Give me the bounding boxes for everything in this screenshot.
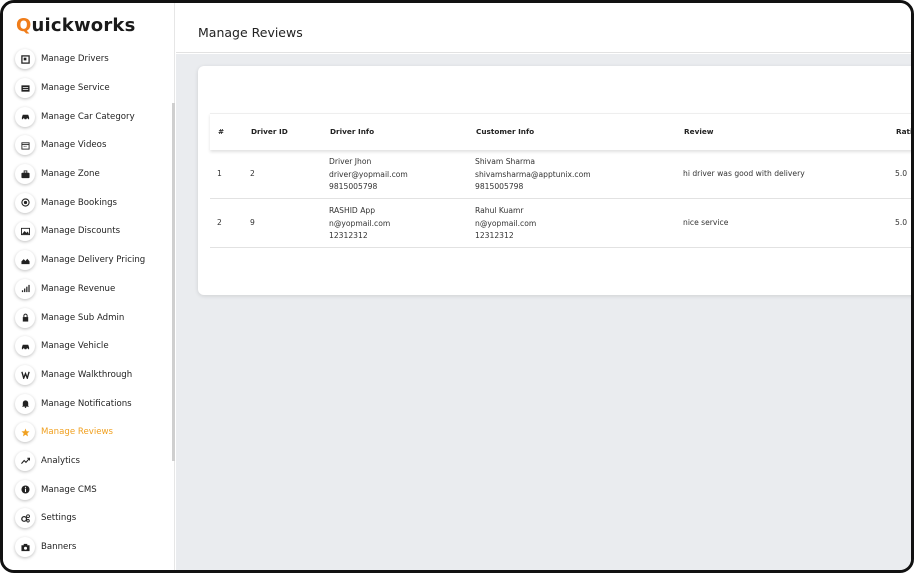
top-header: Manage Reviews (176, 3, 911, 53)
table-row[interactable]: 2 9 RASHID App n@yopmail.com 12312312 Ra… (210, 199, 911, 248)
sidebar-scrollbar[interactable] (172, 103, 175, 461)
column-header-driver-info: Driver Info (330, 127, 375, 136)
sidebar-item-label: Manage Service (41, 83, 110, 94)
column-header-review: Review (684, 127, 714, 136)
camera-icon (15, 537, 35, 558)
driver-email: n@yopmail.com (329, 218, 391, 228)
rating-value: 5.0 (895, 169, 908, 178)
sidebar-item-label: Manage Vehicle (41, 341, 109, 352)
bar-chart-icon (15, 278, 35, 299)
sidebar-item-label: Manage Bookings (41, 197, 118, 208)
sidebar-item-manage-revenue[interactable]: Manage Revenue (3, 275, 175, 304)
sidebar-item-label: Manage Drivers (41, 54, 109, 65)
reviews-card: # Driver ID Driver Info Customer Info Re… (198, 66, 913, 295)
briefcase-icon (15, 164, 35, 185)
star-icon (15, 422, 35, 443)
sidebar-item-label: Manage Reviews (41, 427, 114, 438)
customer-phone: 12312312 (475, 231, 514, 240)
table-row[interactable]: 1 2 Driver Jhon driver@yopmail.com 98150… (210, 150, 911, 199)
sidebar-item-label: Analytics (41, 455, 81, 466)
driver-phone: 9815005798 (329, 182, 378, 191)
sidebar-item-label: Banners (41, 542, 77, 553)
main-content: # Driver ID Driver Info Customer Info Re… (176, 54, 911, 570)
customer-name: Shivam Sharma (475, 157, 536, 166)
sidebar-item-manage-drivers[interactable]: Manage Drivers (3, 45, 175, 74)
column-header-rating: Rati (896, 127, 913, 136)
car-icon (15, 106, 35, 127)
sidebar-item-banners[interactable]: Banners (3, 533, 175, 562)
reviews-table: # Driver ID Driver Info Customer Info Re… (210, 113, 913, 248)
sidebar-item-manage-walkthrough[interactable]: Manage Walkthrough (3, 361, 175, 390)
column-header-driver-id: Driver ID (251, 127, 288, 136)
sidebar-item-label: Manage Revenue (41, 283, 116, 294)
sidebar-item-manage-reviews[interactable]: Manage Reviews (3, 418, 175, 447)
image-icon (15, 221, 35, 242)
sidebar-menu: Manage Drivers Manage Service Manage Car C… (3, 45, 175, 561)
customer-email: n@yopmail.com (475, 218, 537, 228)
sidebar: Quickworks Manage Drivers Manage Service M… (3, 3, 175, 570)
sidebar-item-label: Manage Delivery Pricing (41, 255, 146, 266)
customer-phone: 9815005798 (475, 182, 524, 191)
walkthrough-icon (15, 364, 35, 385)
customer-email: shivamsharma@apptunix.com (475, 169, 591, 179)
sidebar-item-analytics[interactable]: Analytics (3, 447, 175, 476)
sidebar-item-label: Manage Discounts (41, 226, 121, 237)
driver-name: Driver Jhon (329, 157, 372, 166)
column-header-number: # (218, 127, 225, 136)
sidebar-item-manage-bookings[interactable]: Manage Bookings (3, 188, 175, 217)
driver-email: driver@yopmail.com (329, 169, 408, 179)
lock-icon (15, 307, 35, 328)
logo[interactable]: Quickworks (16, 15, 136, 36)
sidebar-item-manage-zone[interactable]: Manage Zone (3, 160, 175, 189)
customer-info: Shivam Sharma shivamsharma@apptunix.com … (475, 156, 591, 194)
review-text: nice service (683, 218, 729, 227)
driver-icon (15, 49, 35, 70)
sidebar-item-manage-videos[interactable]: Manage Videos (3, 131, 175, 160)
review-text: hi driver was good with delivery (683, 169, 805, 178)
app-window: Quickworks Manage Drivers Manage Service M… (0, 0, 914, 573)
area-chart-icon (15, 250, 35, 271)
sidebar-item-manage-delivery-pricing[interactable]: Manage Delivery Pricing (3, 246, 175, 275)
car-icon (15, 336, 35, 357)
driver-name: RASHID App (329, 206, 376, 215)
page-title: Manage Reviews (198, 25, 303, 40)
service-icon (15, 78, 35, 99)
sidebar-item-settings[interactable]: Settings (3, 504, 175, 533)
sidebar-item-label: Manage Zone (41, 169, 100, 180)
sidebar-item-label: Manage Notifications (41, 398, 132, 409)
row-number: 2 (217, 218, 222, 227)
gears-icon (15, 508, 35, 529)
calendar-icon (15, 135, 35, 156)
sidebar-item-manage-service[interactable]: Manage Service (3, 74, 175, 103)
sidebar-item-manage-discounts[interactable]: Manage Discounts (3, 217, 175, 246)
trend-icon (15, 450, 35, 471)
sidebar-item-label: Manage Sub Admin (41, 312, 125, 323)
sidebar-item-label: Manage Walkthrough (41, 369, 133, 380)
sidebar-item-manage-notifications[interactable]: Manage Notifications (3, 389, 175, 418)
driver-phone: 12312312 (329, 231, 368, 240)
row-number: 1 (217, 169, 222, 178)
info-icon (15, 479, 35, 500)
bell-icon (15, 393, 35, 414)
column-header-customer-info: Customer Info (476, 127, 535, 136)
sidebar-item-manage-vehicle[interactable]: Manage Vehicle (3, 332, 175, 361)
sidebar-item-label: Manage CMS (41, 484, 97, 495)
driver-id: 9 (250, 218, 255, 227)
target-icon (15, 192, 35, 213)
sidebar-item-manage-cms[interactable]: Manage CMS (3, 475, 175, 504)
table-header: # Driver ID Driver Info Customer Info Re… (210, 113, 913, 150)
sidebar-item-manage-car-category[interactable]: Manage Car Category (3, 102, 175, 131)
sidebar-item-label: Settings (41, 513, 77, 524)
rating-value: 5.0 (895, 218, 908, 227)
customer-info: Rahul Kuamr n@yopmail.com 12312312 (475, 205, 536, 243)
sidebar-item-label: Manage Videos (41, 140, 107, 151)
driver-id: 2 (250, 169, 255, 178)
sidebar-item-label: Manage Car Category (41, 111, 135, 122)
driver-info: RASHID App n@yopmail.com 12312312 (329, 205, 390, 243)
customer-name: Rahul Kuamr (475, 206, 524, 215)
sidebar-item-manage-sub-admin[interactable]: Manage Sub Admin (3, 303, 175, 332)
driver-info: Driver Jhon driver@yopmail.com 981500579… (329, 156, 408, 194)
